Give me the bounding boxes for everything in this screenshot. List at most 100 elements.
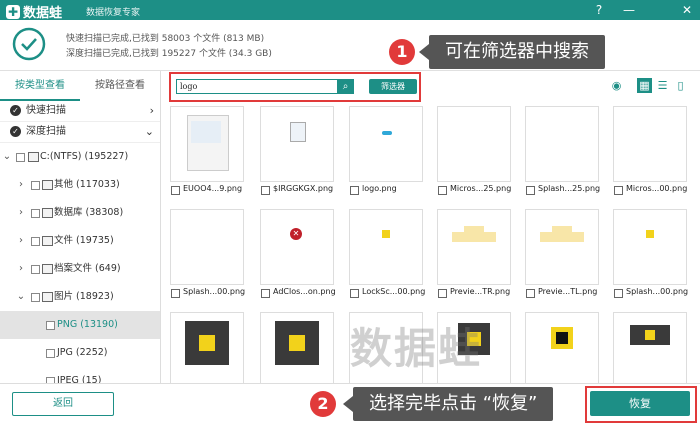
archive-icon (42, 264, 53, 274)
tab-by-path[interactable]: 按路径查看 (80, 71, 160, 101)
tree-item-jpg[interactable]: JPG (2252) (0, 339, 160, 367)
tree-checkbox[interactable] (31, 237, 40, 246)
file-card[interactable]: Previe...TL.png (525, 209, 613, 298)
detail-view-icon[interactable]: ▯ (673, 78, 688, 93)
file-thumbnail (613, 209, 687, 285)
chevron-right-icon: › (19, 207, 23, 218)
list-view-icon[interactable]: ☰ (655, 78, 670, 93)
tree-item-images[interactable]: ⌄ 图片 (18923) (0, 283, 160, 311)
file-card[interactable]: LockSc...00.png (349, 209, 437, 298)
file-name: LockSc...00.png (362, 287, 426, 296)
deep-scan-status: 深度扫描已完成,已找到 195227 个文件 (34.3 GB) (66, 49, 272, 59)
chevron-right-icon: › (149, 104, 154, 117)
scan-complete-check-icon (12, 27, 46, 61)
file-card[interactable]: Micros...25.png (437, 106, 525, 195)
help-icon[interactable]: ? (589, 1, 609, 19)
file-checkbox[interactable] (261, 186, 270, 195)
check-icon: ✓ (10, 126, 21, 137)
tree-item-label: JPG (2252) (57, 347, 108, 358)
file-card[interactable]: $IRGGKGX.png (260, 106, 348, 195)
tree-item-label: C:(NTFS) (195227) (40, 151, 129, 162)
file-name: EUOO4...9.png (183, 184, 243, 193)
file-card[interactable] (260, 312, 348, 383)
file-checkbox[interactable] (526, 186, 535, 195)
file-type-icon (42, 180, 53, 190)
file-thumbnail (525, 209, 599, 285)
tree-checkbox[interactable] (31, 293, 40, 302)
file-checkbox[interactable] (438, 289, 447, 298)
tree-item-archives[interactable]: › 档案文件 (649) (0, 255, 160, 283)
file-card[interactable] (170, 312, 258, 383)
tree-checkbox[interactable] (46, 349, 55, 358)
tree-item-png[interactable]: PNG (13190) (0, 311, 160, 339)
tree-item-database[interactable]: › 数据库 (38308) (0, 199, 160, 227)
file-card[interactable] (525, 312, 613, 383)
tree-checkbox[interactable] (31, 181, 40, 190)
file-checkbox[interactable] (171, 186, 180, 195)
file-card[interactable]: ✕ AdClos...on.png (260, 209, 348, 298)
file-card[interactable]: logo.png (349, 106, 437, 195)
file-thumbnail (349, 209, 423, 285)
tree-item-jpeg[interactable]: JPEG (15) (0, 367, 160, 383)
tab-by-type[interactable]: 按类型查看 (0, 71, 80, 101)
watermark-text: 数据蛙 (350, 324, 483, 373)
file-card[interactable]: Micros...00.png (613, 106, 700, 195)
file-card[interactable]: Splash...00.png (613, 209, 700, 298)
file-thumbnail (260, 312, 334, 383)
step-1-callout: 可在筛选器中搜索 (429, 35, 605, 69)
file-thumbnail (437, 209, 511, 285)
file-thumbnail (170, 106, 244, 182)
back-button[interactable]: 返回 (12, 392, 114, 416)
tree-checkbox[interactable] (16, 153, 25, 162)
file-card[interactable]: Splash...25.png (525, 106, 613, 195)
preview-eye-icon[interactable]: ◉ (609, 78, 624, 93)
quick-scan-row[interactable]: ✓ 快速扫描 › (0, 101, 160, 122)
file-checkbox[interactable] (350, 186, 359, 195)
check-icon: ✓ (10, 105, 21, 116)
file-checkbox[interactable] (614, 186, 623, 195)
minimize-icon[interactable]: — (619, 1, 639, 19)
close-icon[interactable]: ✕ (677, 1, 697, 19)
deep-scan-row[interactable]: ✓ 深度扫描 ⌄ (0, 122, 160, 143)
tree-item-label: JPEG (15) (57, 375, 102, 383)
file-checkbox[interactable] (261, 289, 270, 298)
file-card[interactable]: Splash...00.png (170, 209, 258, 298)
search-button[interactable]: ⌕ (337, 79, 354, 94)
file-name: Splash...00.png (183, 287, 246, 296)
file-checkbox[interactable] (350, 289, 359, 298)
file-checkbox[interactable] (438, 186, 447, 195)
file-checkbox[interactable] (614, 289, 623, 298)
tree-checkbox[interactable] (31, 265, 40, 274)
file-name: Splash...25.png (538, 184, 601, 193)
file-thumbnail (170, 209, 244, 285)
chevron-right-icon: › (19, 179, 23, 190)
file-checkbox[interactable] (526, 289, 535, 298)
chevron-down-icon: ⌄ (2, 151, 12, 162)
recover-button[interactable]: 恢复 (590, 391, 690, 416)
search-input[interactable] (176, 79, 344, 94)
filter-button[interactable]: 筛选器 (369, 79, 417, 94)
step-1-marker: 1 (389, 39, 415, 65)
step-1-arrow (419, 44, 429, 60)
tree-item-other[interactable]: › 其他 (117033) (0, 171, 160, 199)
grid-view-icon[interactable]: ▦ (637, 78, 652, 93)
file-name: Micros...00.png (626, 184, 688, 193)
drive-icon (28, 152, 39, 162)
file-thumbnail (525, 312, 599, 383)
file-card[interactable]: Previe...TR.png (437, 209, 525, 298)
tree-checkbox[interactable] (46, 321, 55, 330)
file-thumbnail (613, 312, 687, 383)
file-thumbnail (525, 106, 599, 182)
chevron-right-icon: › (19, 235, 23, 246)
file-thumbnail (349, 106, 423, 182)
tree-checkbox[interactable] (31, 209, 40, 218)
logo-mark-icon: ✚ (6, 4, 20, 19)
tree-item-documents[interactable]: › 文件 (19735) (0, 227, 160, 255)
app-logo: ✚ 数据蛙 (6, 2, 62, 21)
file-card[interactable]: EUOO4...9.png (170, 106, 258, 195)
file-thumbnail: ✕ (260, 209, 334, 285)
file-checkbox[interactable] (171, 289, 180, 298)
file-card[interactable] (613, 312, 700, 383)
tree-item-drive[interactable]: ⌄ C:(NTFS) (195227) (0, 143, 160, 171)
file-thumbnail (170, 312, 244, 383)
